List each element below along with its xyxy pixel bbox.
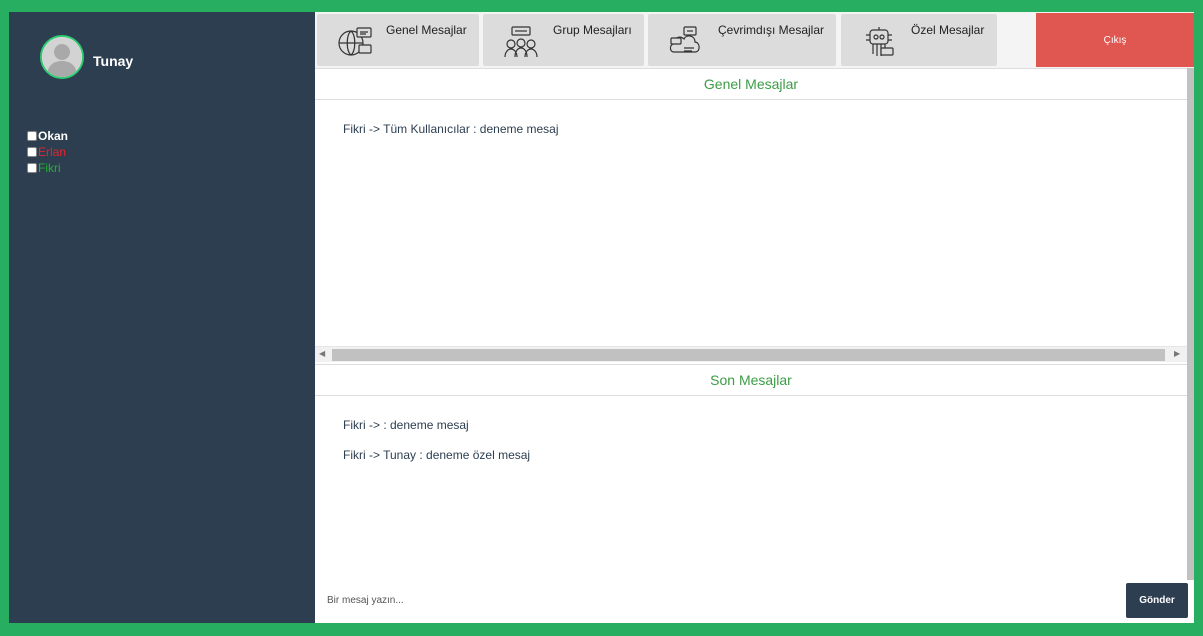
general-message-item: Fikri -> Tüm Kullanıcılar : deneme mesaj bbox=[343, 122, 559, 136]
user-checkbox[interactable] bbox=[27, 163, 37, 173]
user-name: Erlan bbox=[38, 145, 67, 159]
scroll-right-icon[interactable]: ▶ bbox=[1174, 349, 1180, 358]
profile-name: Tunay bbox=[93, 53, 134, 69]
tab-general-messages[interactable]: Genel Mesajlar bbox=[317, 14, 479, 66]
user-avatar-icon bbox=[40, 35, 84, 79]
scrollbar-thumb[interactable] bbox=[332, 349, 1165, 361]
globe-chat-icon bbox=[337, 26, 373, 63]
tab-label: Çevrimdışı Mesajlar bbox=[718, 23, 825, 37]
group-chat-icon bbox=[503, 26, 539, 63]
user-item-erlan[interactable]: Erlan bbox=[27, 144, 68, 160]
tab-private-messages[interactable]: Özel Mesajlar bbox=[841, 14, 997, 66]
user-item-fikri[interactable]: Fikri bbox=[27, 160, 68, 176]
tab-bar: Genel Mesajlar Grup Mesajları Çevrimdışı… bbox=[315, 12, 1194, 68]
recent-message-item: Fikri -> Tunay : deneme özel mesaj bbox=[343, 448, 531, 462]
app-frame: Tunay Okan Erlan Fikri Genel Mesajlar Gr… bbox=[9, 12, 1194, 623]
tab-label: Grup Mesajları bbox=[553, 23, 632, 37]
user-checkbox[interactable] bbox=[27, 131, 37, 141]
user-name: Fikri bbox=[38, 161, 61, 175]
horizontal-scrollbar[interactable]: ◀ ▶ bbox=[315, 346, 1187, 362]
send-button[interactable]: Gönder bbox=[1126, 583, 1188, 618]
tab-offline-messages[interactable]: Çevrimdışı Mesajlar bbox=[648, 14, 836, 66]
general-messages-title: Genel Mesajlar bbox=[315, 68, 1187, 100]
recent-message-item: Fikri -> : deneme mesaj bbox=[343, 418, 469, 432]
user-item-okan[interactable]: Okan bbox=[27, 128, 68, 144]
sidebar: Tunay Okan Erlan Fikri bbox=[9, 12, 315, 623]
message-input[interactable] bbox=[315, 582, 1125, 619]
tab-label: Genel Mesajlar bbox=[386, 23, 467, 37]
user-name: Okan bbox=[38, 129, 69, 143]
user-checkbox[interactable] bbox=[27, 147, 37, 157]
robot-chat-icon bbox=[861, 26, 897, 63]
online-user-list: Okan Erlan Fikri bbox=[27, 128, 68, 176]
cloud-chat-icon bbox=[668, 26, 704, 63]
vertical-scrollbar[interactable] bbox=[1187, 68, 1194, 580]
tab-group-messages[interactable]: Grup Mesajları bbox=[483, 14, 644, 66]
message-composer: Gönder bbox=[315, 582, 1194, 623]
logout-button[interactable]: Çıkış bbox=[1036, 13, 1194, 67]
tab-label: Özel Mesajlar bbox=[911, 23, 985, 37]
main-area: Genel Mesajlar Grup Mesajları Çevrimdışı… bbox=[315, 12, 1194, 623]
recent-messages-title: Son Mesajlar bbox=[315, 364, 1187, 396]
scroll-left-icon[interactable]: ◀ bbox=[319, 349, 325, 358]
